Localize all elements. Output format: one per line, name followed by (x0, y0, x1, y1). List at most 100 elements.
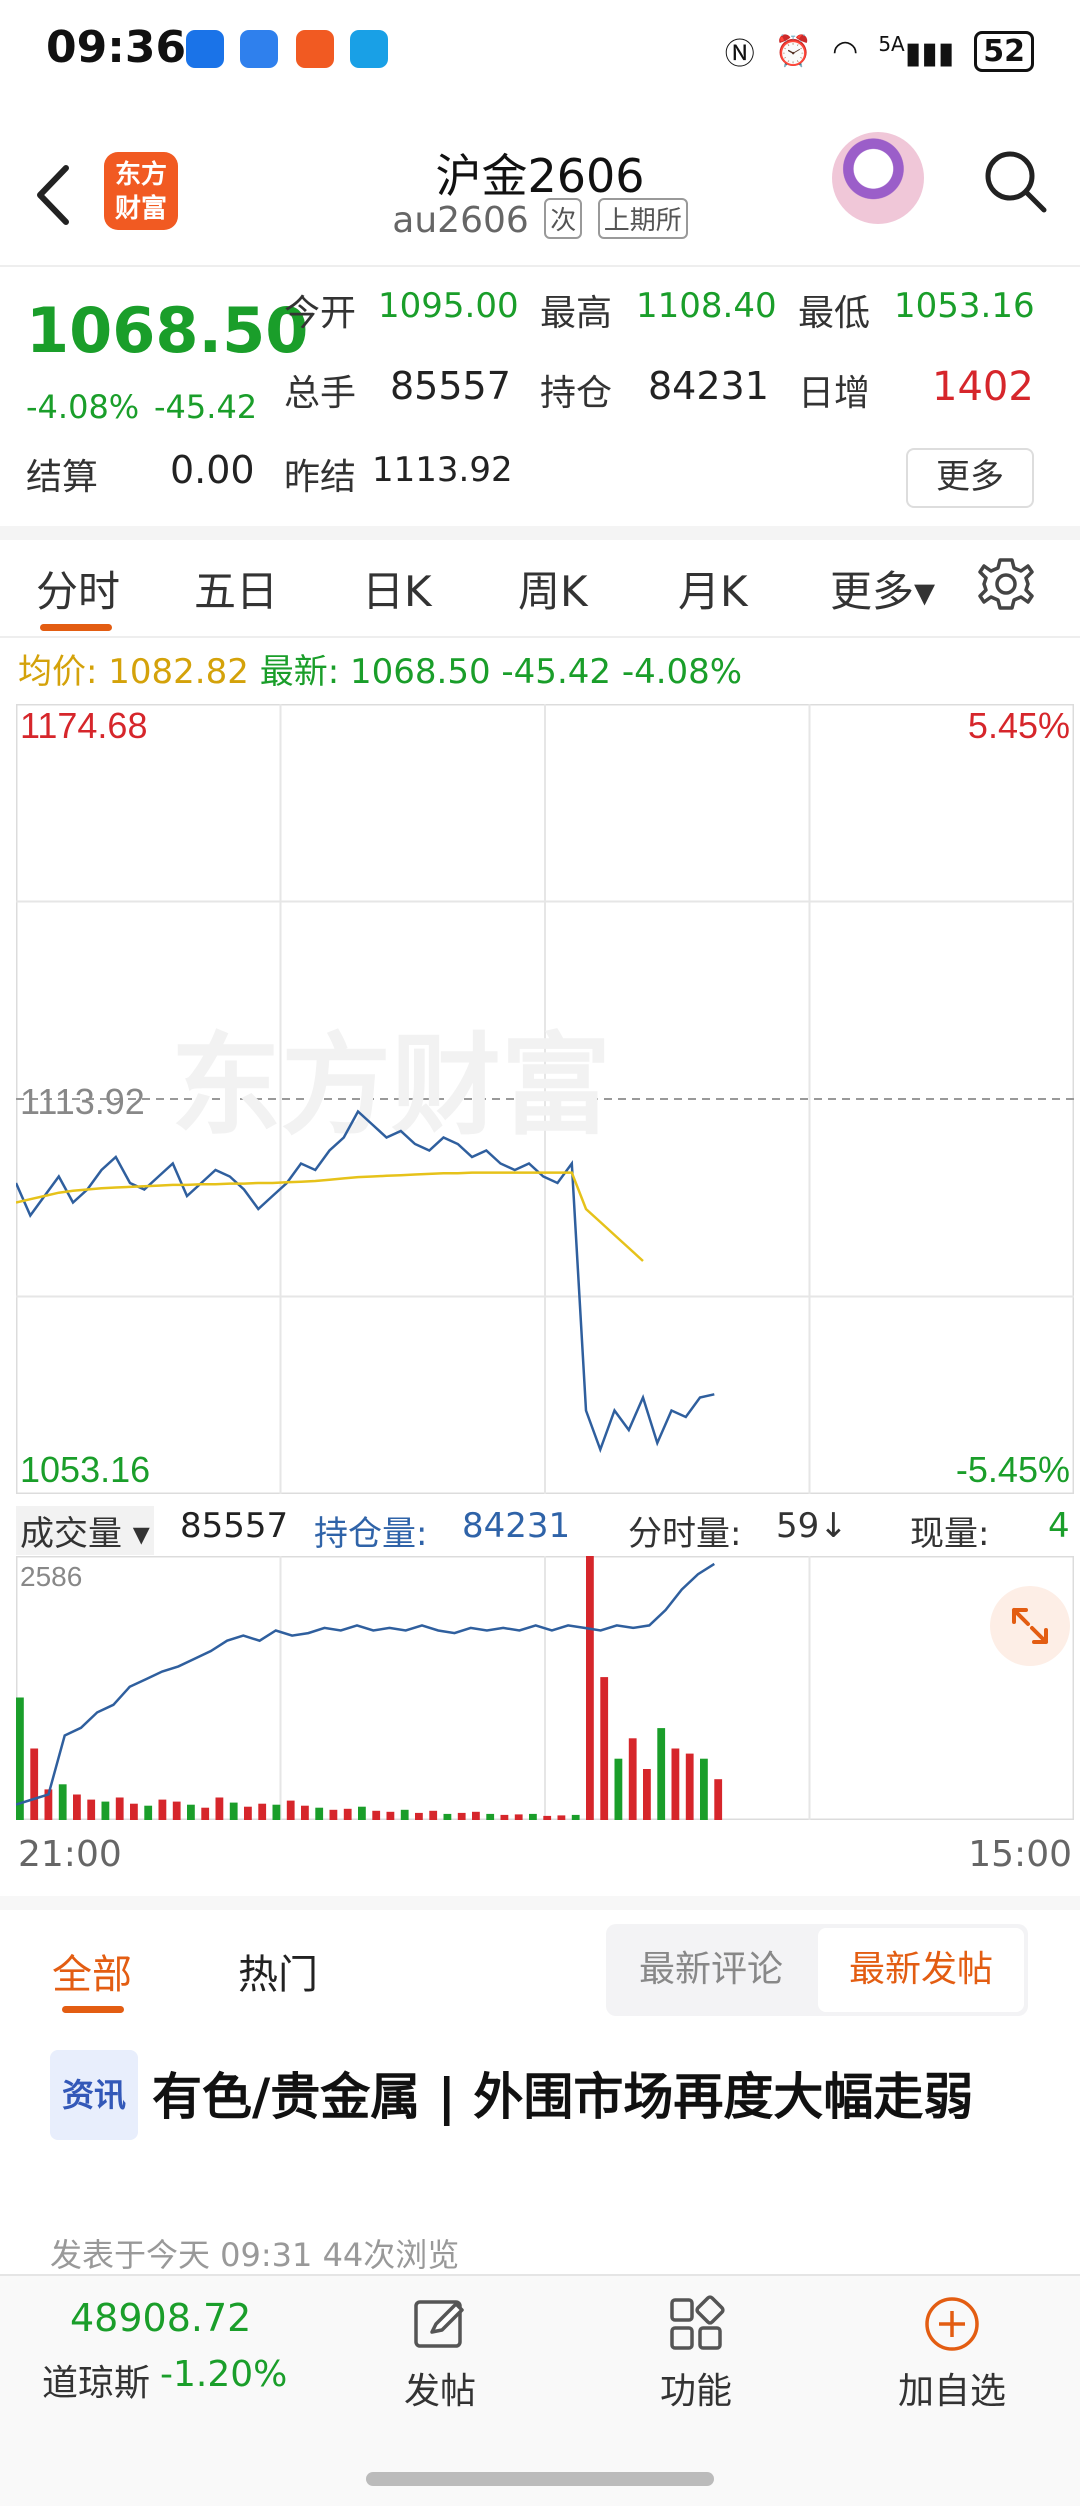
sort-latest-post[interactable]: 最新发帖 (818, 1928, 1024, 2012)
volume-bar (301, 1805, 309, 1820)
volume-bar (144, 1805, 153, 1820)
article-tag: 资讯 (50, 2050, 139, 2140)
eastmoney-notification-icon (296, 30, 334, 68)
intraday-info-line: 均价: 1082.82 最新: 1068.50 -45.42 -4.08% (18, 644, 742, 693)
volume-chart[interactable]: 2586 (16, 1556, 1074, 1820)
wifi-icon: ◠ (832, 33, 859, 69)
add-watchlist-button[interactable]: 加自选 (872, 2294, 1032, 2414)
expand-chart-button[interactable] (990, 1586, 1070, 1666)
tab-monthly-k[interactable]: 月K (678, 558, 748, 619)
index-value[interactable]: 48908.72 (70, 2296, 251, 2340)
gear-icon[interactable] (976, 554, 1036, 614)
price-chart-series (16, 1109, 715, 1454)
volume-bar (215, 1797, 224, 1820)
volume-bar (628, 1738, 637, 1820)
volume-bar (557, 1815, 566, 1820)
news-active-indicator (62, 2006, 124, 2013)
search-icon[interactable] (980, 146, 1050, 216)
low-label: 最低 (798, 293, 871, 334)
news-tab-all[interactable]: 全部 (52, 1942, 132, 2000)
volume-bar (571, 1814, 580, 1820)
position-line-path (16, 1562, 715, 1806)
position-line (16, 1562, 715, 1806)
volume-bar (30, 1748, 39, 1820)
index-change[interactable]: -1.20% (160, 2354, 287, 2395)
post-button[interactable]: 发帖 (360, 2294, 520, 2414)
tab-intraday[interactable]: 分时 (36, 558, 120, 619)
volume-bar (386, 1811, 395, 1820)
avg-label: 均价: (18, 652, 98, 692)
volume-bar (229, 1802, 238, 1820)
volume-label: 总手 (284, 373, 357, 414)
volume-bar (244, 1806, 252, 1820)
volume-bar (543, 1815, 552, 1820)
settle-value: 0.00 (170, 448, 255, 492)
pct-max-label: 5.45% (968, 705, 1070, 746)
y-mid-label: 1113.92 (20, 1081, 145, 1122)
volume-bar (529, 1813, 537, 1820)
prev-settle-value: 1113.92 (372, 450, 513, 490)
alarm-icon: ⏰ (774, 33, 813, 69)
tab-daily-k[interactable]: 日K (362, 558, 432, 619)
open-label: 今开 (284, 293, 357, 334)
change-percent: -4.08% (26, 388, 140, 426)
volume-bar (343, 1808, 352, 1820)
active-tab-indicator (40, 624, 112, 631)
news-tab-hot[interactable]: 热门 (238, 1942, 318, 2000)
volume-chart-grid (16, 1556, 1074, 1820)
latest-value: 1068.50 (349, 652, 491, 692)
volume-bar (614, 1758, 623, 1820)
tab-five-day[interactable]: 五日 (194, 558, 278, 619)
assistant-avatar[interactable] (832, 132, 924, 224)
article-meta: 发表于今天 09:31 44次浏览 (50, 2236, 460, 2274)
x-start-label: 21:00 (18, 1834, 122, 1875)
tab-more[interactable]: 更多▾ (830, 558, 935, 619)
position-qty-value: 84231 (462, 1506, 571, 1546)
nfc-icon: Ⓝ (724, 37, 755, 72)
volume-bar (514, 1814, 523, 1820)
add-watchlist-label: 加自选 (897, 2371, 1006, 2412)
functions-button[interactable]: 功能 (616, 2294, 776, 2414)
volume-bar (486, 1813, 495, 1820)
expand-icon (1012, 1608, 1048, 1644)
clock: 09:36 (46, 22, 187, 73)
daily-inc-value: 1402 (932, 364, 1034, 410)
news-tabs: 全部 热门 最新评论 最新发帖 (0, 1896, 1080, 2020)
volume-y-max-label: 2586 (20, 1561, 82, 1592)
volume-bar (685, 1753, 694, 1820)
index-name[interactable]: 道琼斯 (42, 2354, 150, 2406)
sort-latest-comment[interactable]: 最新评论 (606, 1924, 816, 2016)
article-title: 有色/贵金属 | 外围市场再度大幅走弱 (152, 2068, 974, 2126)
contract-subtitle: au2606 次 上期所 (0, 198, 1080, 241)
volume-bar (358, 1806, 366, 1820)
volume-bar (643, 1769, 651, 1820)
functions-label: 功能 (659, 2371, 732, 2412)
current-volume-value: 4 (1048, 1506, 1070, 1546)
volume-bar (600, 1677, 609, 1820)
intraday-price-chart[interactable]: 东方财富 1174.68 1113.92 1053.16 5.45% -5.45… (16, 704, 1074, 1494)
current-volume-label: 现量: (910, 1514, 990, 1554)
latest-change: -45.42 (501, 652, 612, 692)
more-button[interactable]: 更多 (906, 448, 1034, 508)
prev-settle-label: 昨结 (284, 457, 357, 498)
detail-notification-icon (350, 30, 388, 68)
home-indicator (366, 2472, 714, 2486)
latest-label: 最新: (259, 652, 340, 692)
volume-bar (586, 1556, 594, 1820)
position-qty-label: 持仓量: (314, 1514, 428, 1554)
volume-bar (657, 1728, 666, 1820)
volume-bar (158, 1799, 167, 1820)
volume-bar (671, 1748, 680, 1820)
pct-min-label: -5.45% (956, 1449, 1070, 1490)
app-notification-icon (186, 30, 224, 68)
volume-bar (315, 1807, 324, 1820)
volume-bar (115, 1797, 124, 1820)
volume-selector[interactable]: 成交量 ▾ (16, 1506, 154, 1555)
tab-weekly-k[interactable]: 周K (518, 558, 588, 619)
volume-bar (457, 1812, 466, 1820)
volume-bar (700, 1758, 708, 1820)
news-article[interactable]: 资讯 有色/贵金属 | 外围市场再度大幅走弱 (50, 2050, 1040, 2140)
volume-value: 85557 (390, 364, 511, 408)
volume-bar (73, 1794, 81, 1820)
x-end-label: 15:00 (968, 1834, 1072, 1875)
